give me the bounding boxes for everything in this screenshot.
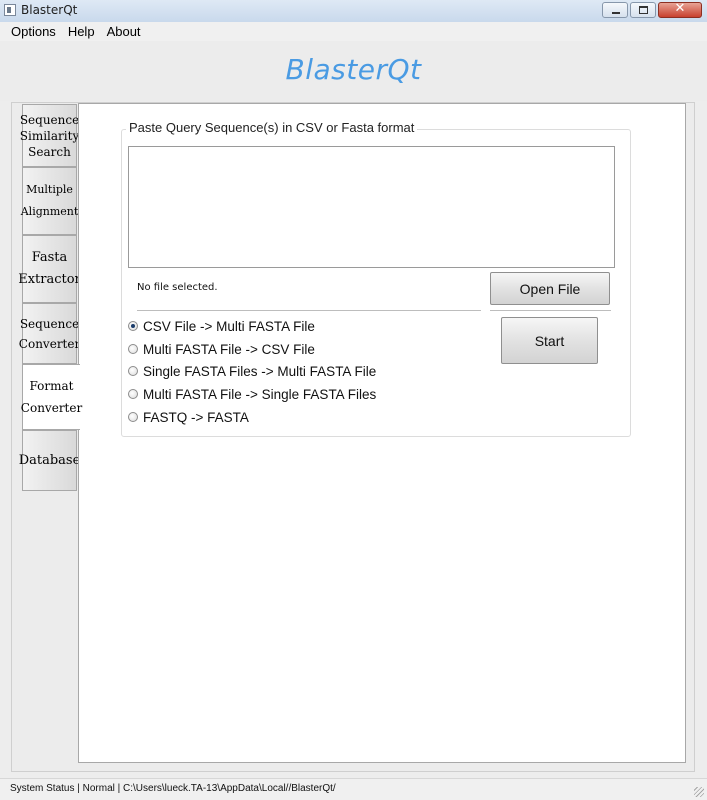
- option-label: CSV File -> Multi FASTA File: [143, 318, 315, 334]
- option-csv-to-multi-fasta[interactable]: CSV File -> Multi FASTA File: [128, 317, 315, 335]
- tab-sequence-similarity-search[interactable]: Sequence Similarity Search: [20, 104, 79, 167]
- app-name-heading: BlasterQt: [285, 53, 422, 86]
- app-window-icon: [4, 4, 16, 16]
- query-group-title: Paste Query Sequence(s) in CSV or Fasta …: [126, 120, 418, 135]
- app-header: BlasterQt: [0, 41, 707, 101]
- start-button[interactable]: Start: [501, 317, 598, 364]
- separator-right: [490, 310, 611, 311]
- resize-grip-icon[interactable]: [694, 787, 704, 797]
- minimize-icon: [612, 12, 620, 14]
- option-multi-fasta-to-single-fasta[interactable]: Multi FASTA File -> Single FASTA Files: [128, 385, 376, 403]
- option-label: Multi FASTA File -> Single FASTA Files: [143, 386, 377, 402]
- window-title: BlasterQt: [21, 3, 78, 17]
- radio-button[interactable]: [128, 366, 138, 376]
- tab-fasta-extractor[interactable]: Fasta Extractor: [18, 235, 81, 303]
- file-status-label: No file selected.: [137, 282, 218, 293]
- menu-help[interactable]: Help: [62, 22, 101, 41]
- option-label: Single FASTA Files -> Multi FASTA File: [143, 363, 377, 379]
- radio-button-checked[interactable]: [128, 321, 138, 331]
- radio-button[interactable]: [128, 412, 138, 422]
- window-controls: ✕: [602, 1, 702, 18]
- minimize-button[interactable]: [602, 2, 628, 18]
- menu-options[interactable]: Options: [0, 22, 62, 41]
- tab-multiple-alignment[interactable]: Multiple Alignment: [21, 167, 78, 235]
- tab-sequence-converter[interactable]: Sequence Converter: [19, 303, 80, 364]
- option-label: Multi FASTA File -> CSV File: [143, 341, 315, 357]
- maximize-button[interactable]: [630, 2, 656, 18]
- status-text: System Status | Normal | C:\Users\lueck.…: [10, 783, 336, 794]
- radio-button[interactable]: [128, 344, 138, 354]
- radio-button[interactable]: [128, 389, 138, 399]
- option-multi-fasta-to-csv[interactable]: Multi FASTA File -> CSV File: [128, 340, 315, 358]
- window-title-bar[interactable]: BlasterQt ✕: [0, 0, 707, 23]
- separator-left: [137, 310, 481, 311]
- query-sequence-input[interactable]: [128, 146, 615, 268]
- menu-bar: Options Help About: [0, 22, 707, 41]
- menu-about[interactable]: About: [101, 22, 147, 41]
- close-button[interactable]: ✕: [658, 1, 702, 18]
- option-single-fasta-to-multi-fasta[interactable]: Single FASTA Files -> Multi FASTA File: [128, 362, 376, 380]
- option-label: FASTQ -> FASTA: [143, 409, 249, 425]
- option-fastq-to-fasta[interactable]: FASTQ -> FASTA: [128, 408, 249, 426]
- tab-database[interactable]: Database: [19, 430, 80, 491]
- close-icon: ✕: [674, 1, 686, 16]
- status-bar: System Status | Normal | C:\Users\lueck.…: [0, 778, 707, 800]
- maximize-icon: [639, 6, 648, 14]
- open-file-button[interactable]: Open File: [490, 272, 610, 305]
- tab-format-converter[interactable]: Format Converter: [21, 364, 82, 430]
